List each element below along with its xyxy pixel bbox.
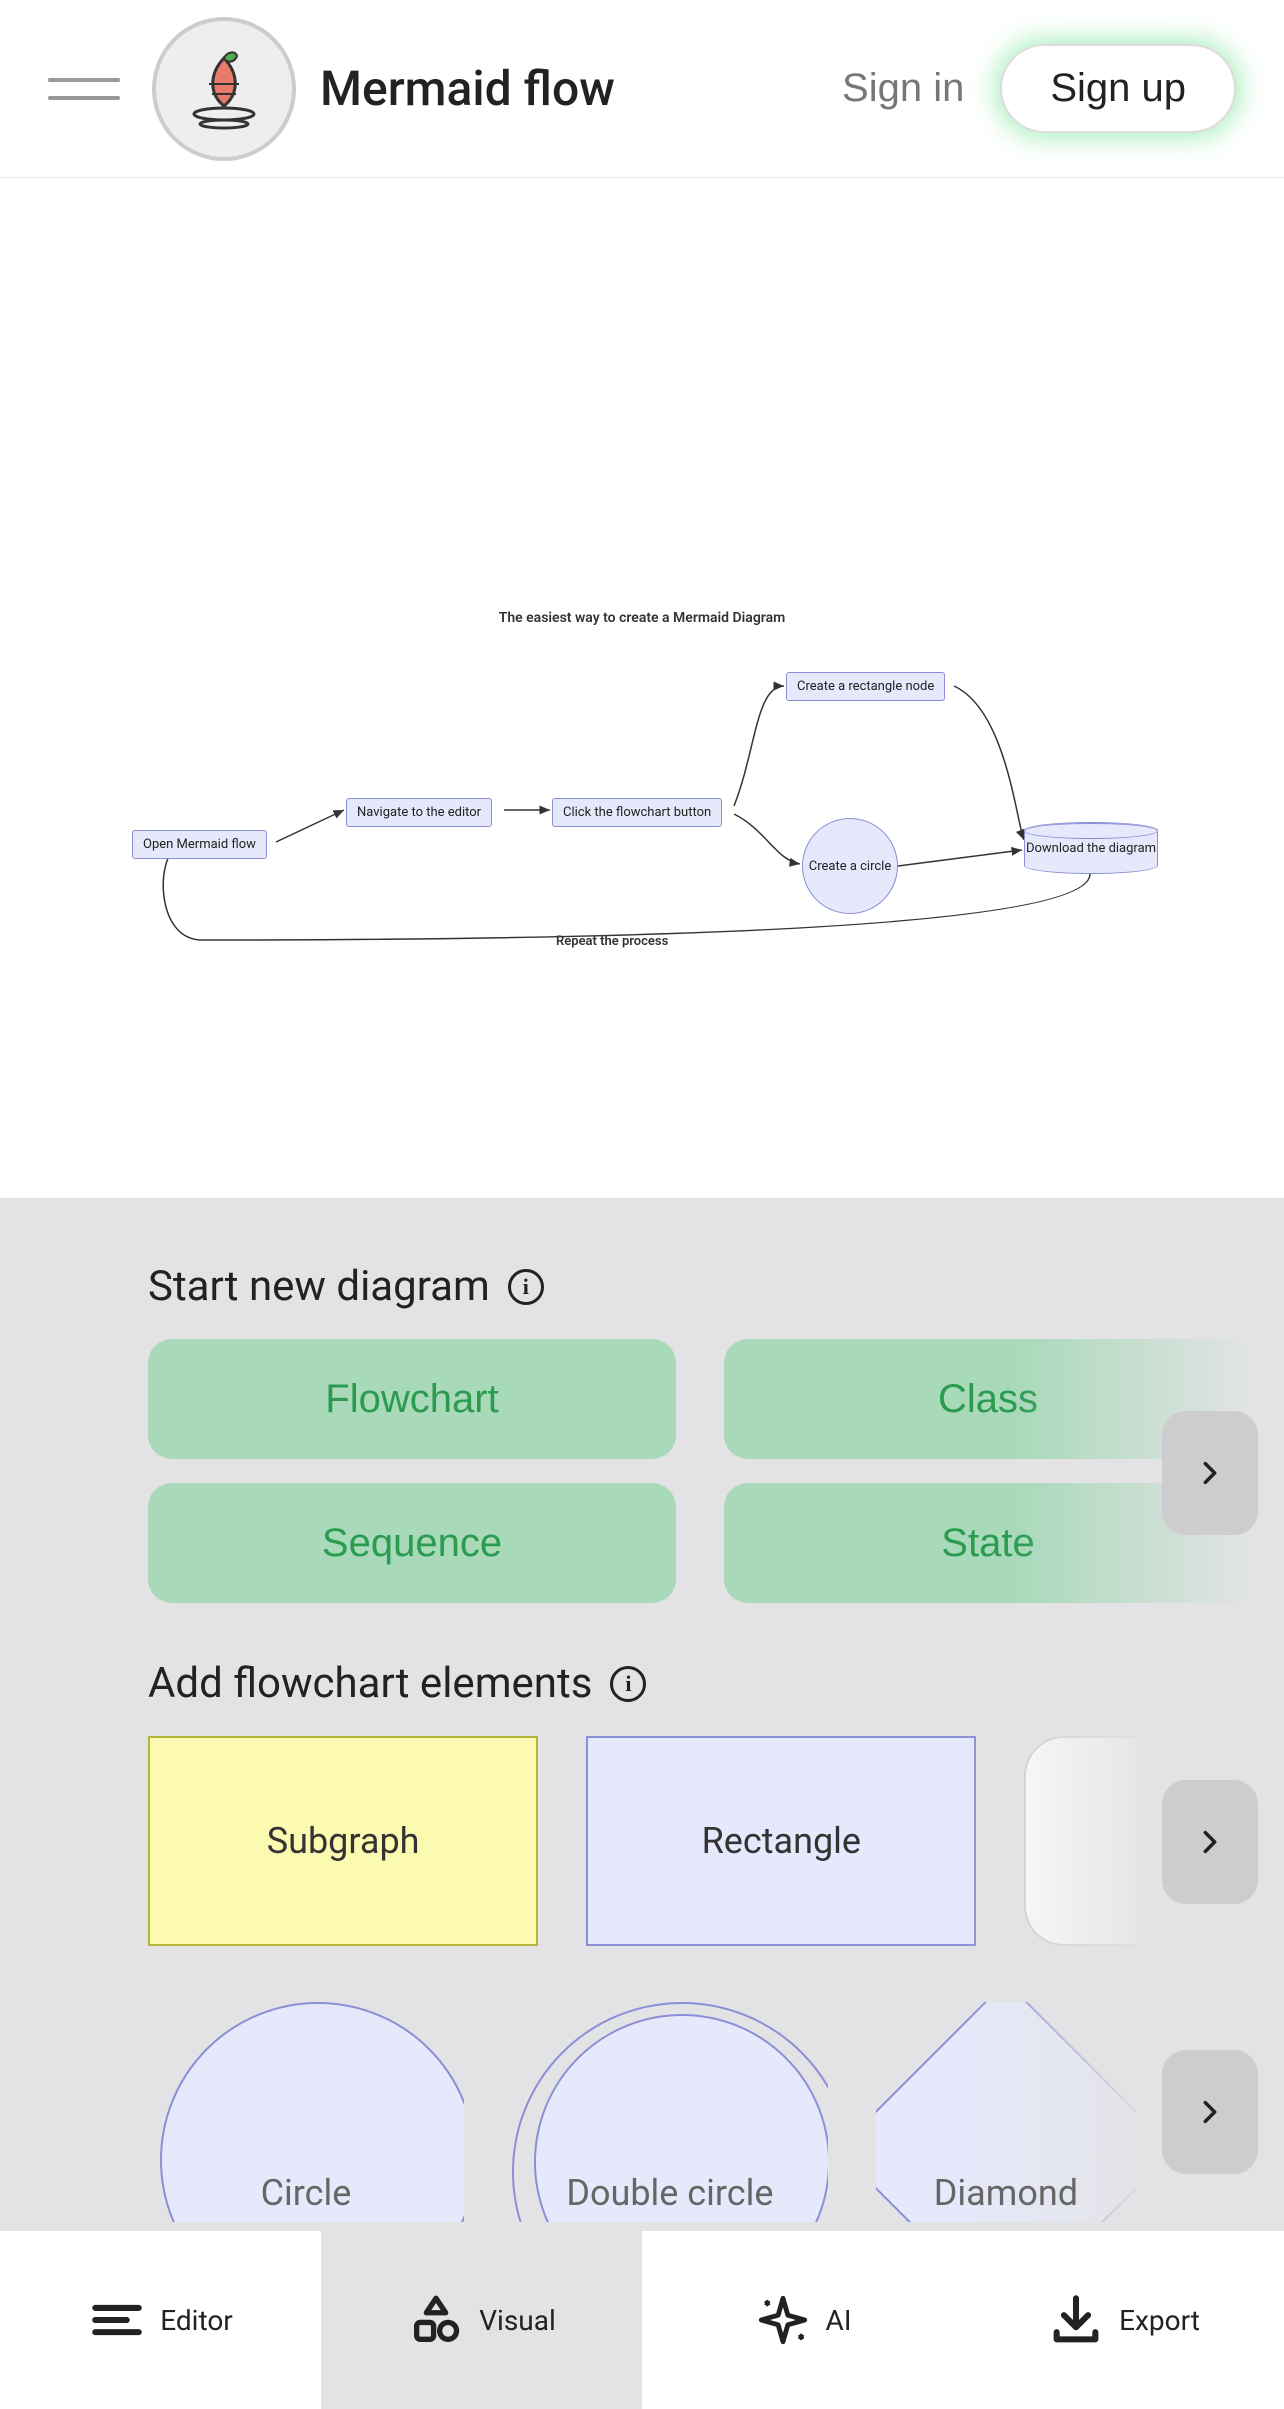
tab-ai[interactable]: AI <box>642 2231 963 2409</box>
shape-diamond-button[interactable]: Diamond <box>876 2002 1136 2222</box>
bottom-tabs: Editor Visual AI Export <box>0 2231 1284 2409</box>
shapes-row-2: Circle Double circle Diamond <box>148 2002 1136 2222</box>
shapes-icon <box>407 2291 465 2349</box>
info-icon[interactable]: i <box>610 1666 646 1702</box>
flowchart-preview: Open Mermaid flow Navigate to the editor… <box>96 630 1196 910</box>
chevron-right-icon <box>1196 1459 1224 1487</box>
types-scroll-right-button[interactable] <box>1162 1411 1258 1535</box>
brand-title: Mermaid flow <box>320 60 615 117</box>
node-navigate[interactable]: Navigate to the editor <box>346 798 492 827</box>
node-click[interactable]: Click the flowchart button <box>552 798 722 827</box>
node-rect[interactable]: Create a rectangle node <box>786 672 945 701</box>
edge-label-repeat: Repeat the process <box>556 934 668 949</box>
shape-label: Double circle <box>566 2172 773 2214</box>
shapes-row-1: Subgraph Rectangle <box>148 1736 1136 1946</box>
shape-subgraph-button[interactable]: Subgraph <box>148 1736 538 1946</box>
diagram-title: The easiest way to create a Mermaid Diag… <box>499 610 786 626</box>
header: Mermaid flow Sign in Sign up <box>0 0 1284 178</box>
elements-label: Add flowchart elements <box>148 1659 592 1708</box>
download-icon <box>1047 2291 1105 2349</box>
shape-rectangle-button[interactable]: Rectangle <box>586 1736 976 1946</box>
shape-double-circle-button[interactable]: Double circle <box>512 2002 828 2222</box>
tab-label: Editor <box>160 2304 233 2337</box>
tab-label: Visual <box>479 2304 556 2337</box>
type-flowchart-button[interactable]: Flowchart <box>148 1339 676 1459</box>
editor-icon <box>88 2291 146 2349</box>
signup-button[interactable]: Sign up <box>1000 44 1236 133</box>
menu-icon[interactable] <box>48 65 120 113</box>
type-sequence-button[interactable]: Sequence <box>148 1483 676 1603</box>
tab-label: Export <box>1119 2304 1200 2337</box>
sparkle-icon <box>754 2291 812 2349</box>
shape-circle-button[interactable]: Circle <box>148 2002 464 2222</box>
shape-label: Subgraph <box>267 1820 420 1862</box>
shapes2-scroll-right-button[interactable] <box>1162 2050 1258 2174</box>
shape-next-peek[interactable] <box>1024 1736 1136 1946</box>
tab-export[interactable]: Export <box>963 2231 1284 2409</box>
shape-label: Circle <box>261 2172 352 2214</box>
tab-editor[interactable]: Editor <box>0 2231 321 2409</box>
diagram-canvas[interactable]: The easiest way to create a Mermaid Diag… <box>0 178 1284 1198</box>
shape-label: Diamond <box>934 2172 1078 2214</box>
node-download[interactable]: Download the diagram <box>1024 822 1158 874</box>
logo[interactable]: Mermaid flow <box>152 17 615 161</box>
signin-button[interactable]: Sign in <box>842 66 964 111</box>
control-panel: Start new diagram i Flowchart Class Sequ… <box>0 1198 1284 2262</box>
tab-visual[interactable]: Visual <box>321 2231 642 2409</box>
node-circle[interactable]: Create a circle <box>802 818 898 914</box>
shapes1-scroll-right-button[interactable] <box>1162 1780 1258 1904</box>
chevron-right-icon <box>1196 2098 1224 2126</box>
logo-icon <box>152 17 296 161</box>
start-diagram-title: Start new diagram i <box>148 1262 1136 1311</box>
shape-label: Rectangle <box>702 1820 861 1862</box>
info-icon[interactable]: i <box>508 1269 544 1305</box>
start-diagram-label: Start new diagram <box>148 1262 490 1311</box>
tab-label: AI <box>826 2304 852 2337</box>
elements-title: Add flowchart elements i <box>148 1659 1136 1708</box>
diagram-type-list: Flowchart Class Sequence State <box>148 1339 1136 1603</box>
node-open[interactable]: Open Mermaid flow <box>132 830 267 859</box>
chevron-right-icon <box>1196 1828 1224 1856</box>
